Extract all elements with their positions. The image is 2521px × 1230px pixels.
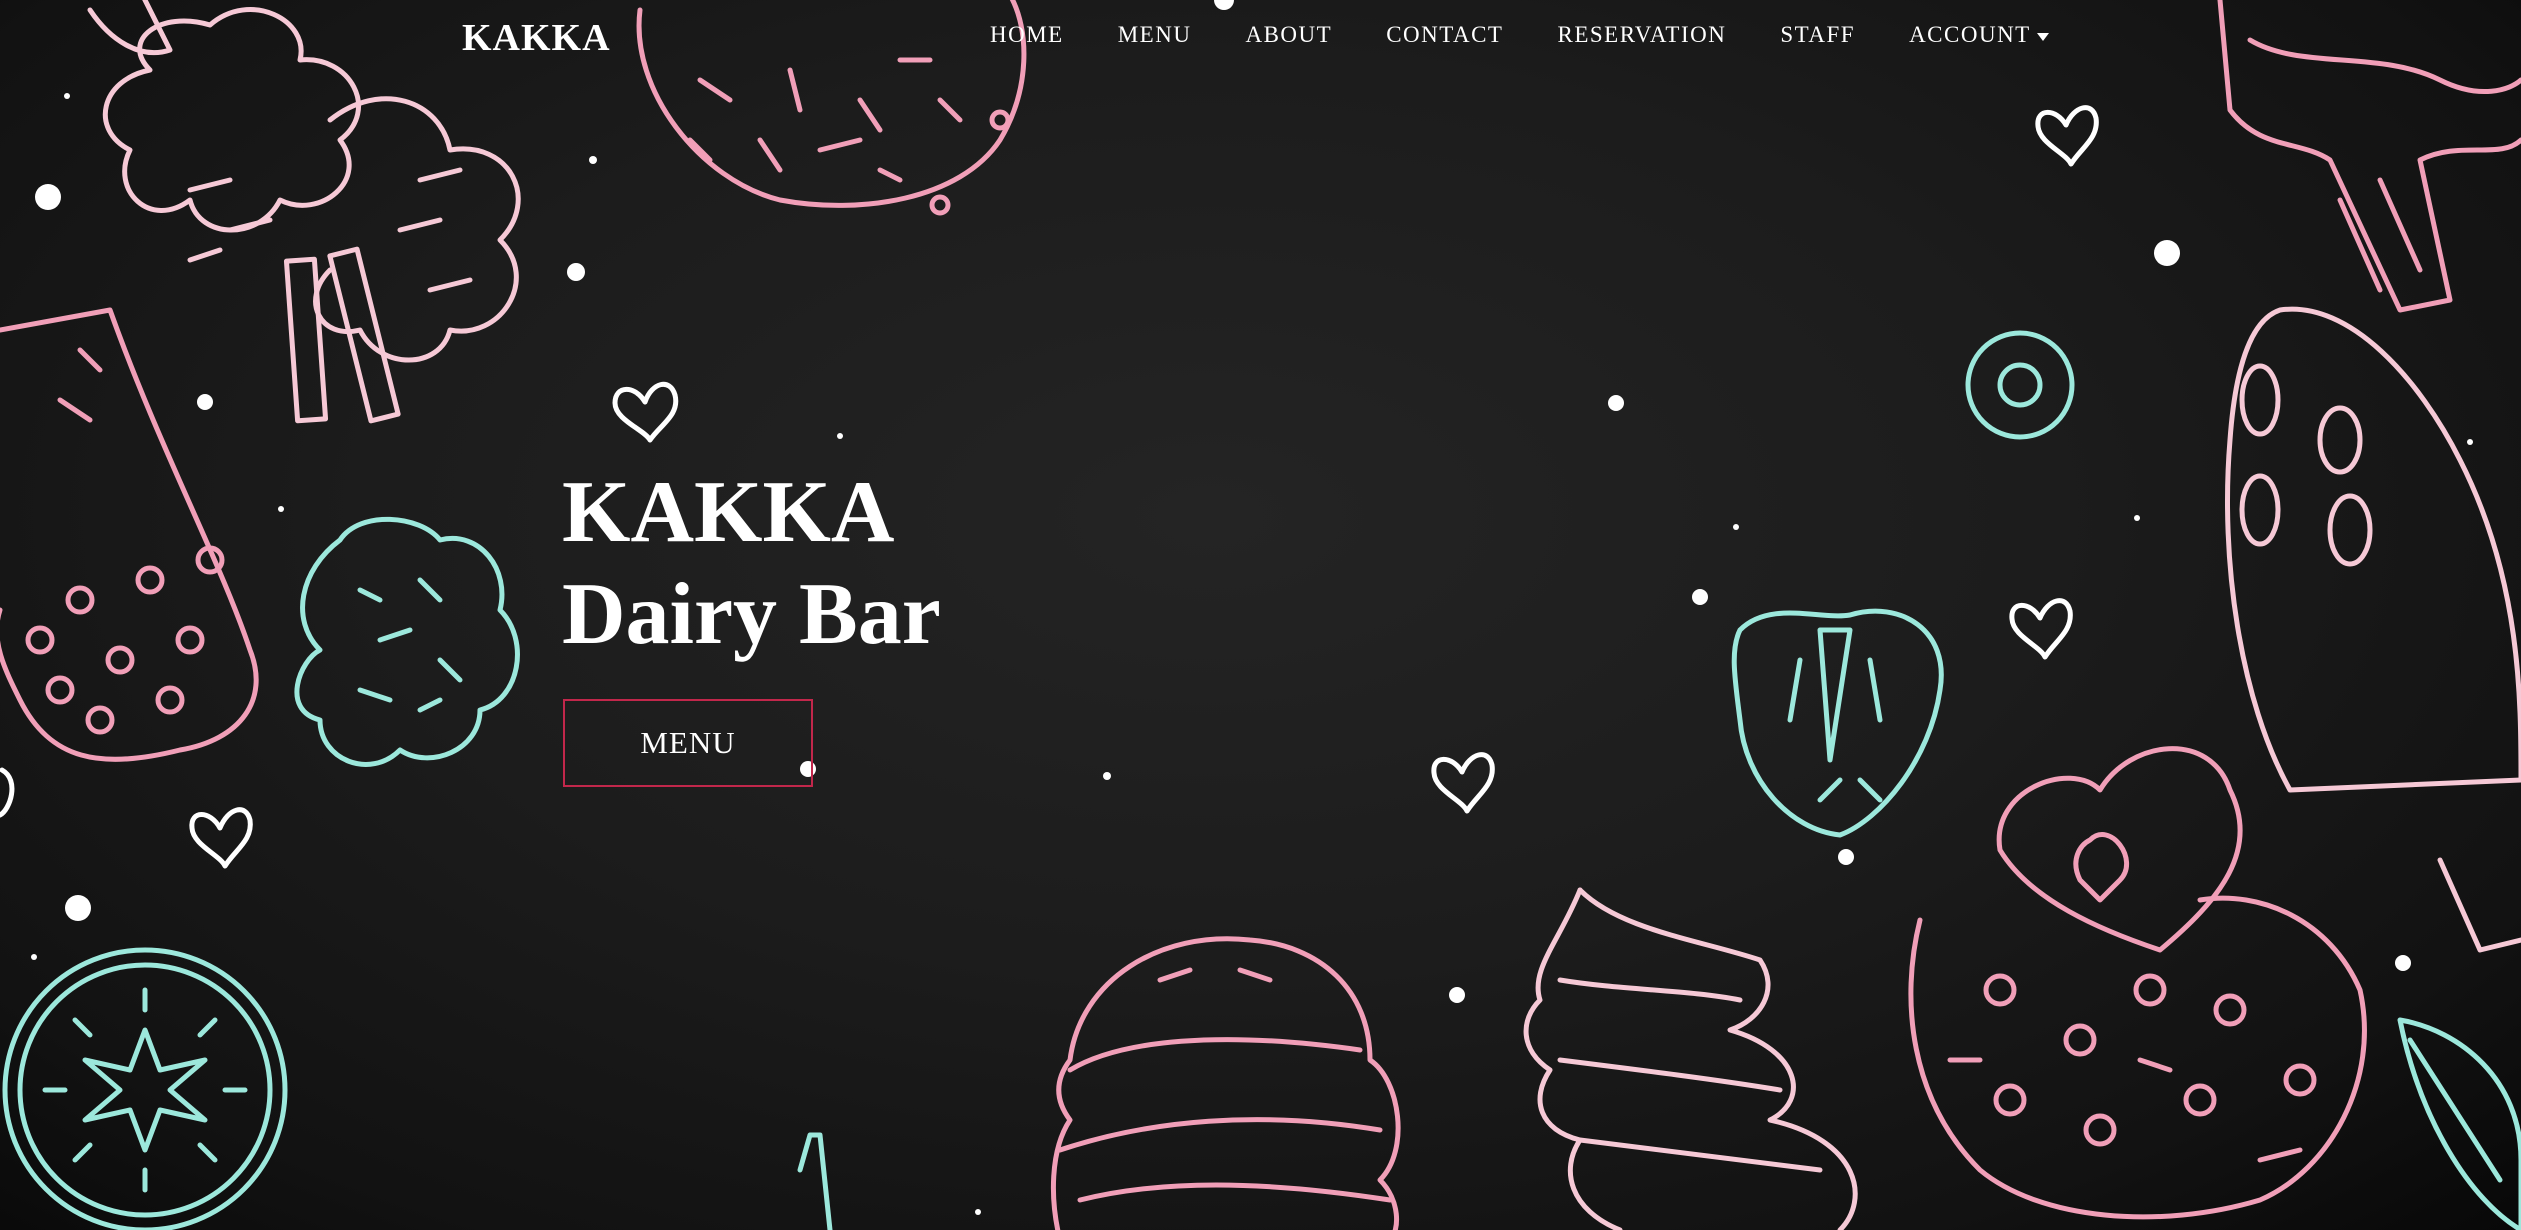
cream-swirl-icon <box>1523 887 1858 1230</box>
hero-title-line1: KAKKA <box>562 464 895 561</box>
ring-candy-icon <box>1965 330 2075 440</box>
nav-about-link[interactable]: ABOUT <box>1245 22 1332 48</box>
cupcake-icon <box>1908 746 2367 1220</box>
hero-title: KAKKA Dairy Bar <box>562 462 941 666</box>
nav-links: HOME MENU ABOUT CONTACT RESERVATION STAF… <box>990 22 2049 48</box>
nav-staff-link[interactable]: STAFF <box>1780 22 1855 48</box>
top-navbar: KAKKA HOME MENU ABOUT CONTACT RESERVATIO… <box>0 0 2521 72</box>
leaf-icon <box>2397 1017 2521 1230</box>
nav-account-dropdown[interactable]: ACCOUNT <box>1909 22 2049 48</box>
raspberry-icon <box>294 516 520 767</box>
macaron-icon <box>1050 936 1401 1230</box>
nav-contact-link[interactable]: CONTACT <box>1386 22 1503 48</box>
nav-home-link[interactable]: HOME <box>990 22 1064 48</box>
decor-dots <box>31 0 2473 1215</box>
strawberry-icon <box>1731 608 1944 838</box>
hero-menu-button[interactable]: MENU <box>563 699 813 787</box>
caret-down-icon <box>2036 32 2049 41</box>
kiwi-icon <box>2 947 288 1230</box>
popsicle-icon <box>0 307 259 762</box>
nav-reservation-link[interactable]: RESERVATION <box>1557 22 1726 48</box>
nav-menu-link[interactable]: MENU <box>1118 22 1192 48</box>
popsicle-icon <box>2225 306 2521 953</box>
dessert-doodle-illustrations <box>0 0 2521 1230</box>
hero-title-line2: Dairy Bar <box>562 566 941 663</box>
nav-account-label: ACCOUNT <box>1909 22 2031 47</box>
brand-logo[interactable]: KAKKA <box>462 16 611 60</box>
heart-icon <box>0 105 2099 869</box>
